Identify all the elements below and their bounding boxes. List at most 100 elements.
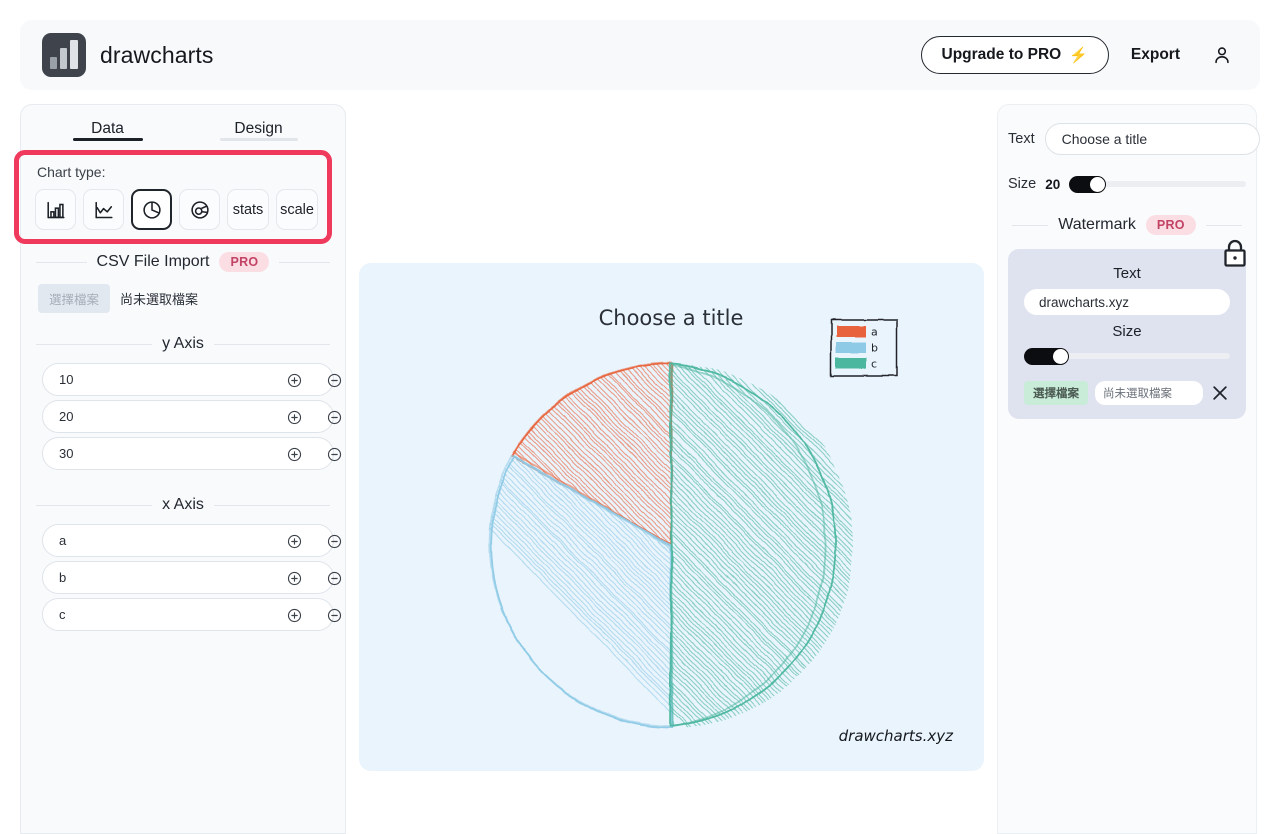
export-button[interactable]: Export [1115, 36, 1196, 74]
chart-type-scale-button[interactable]: scale [276, 189, 318, 230]
upgrade-to-pro-label: Upgrade to PRO [942, 46, 1062, 64]
y-axis-rows [32, 363, 334, 474]
close-x-icon[interactable] [1210, 383, 1230, 403]
tab-design-underline [220, 138, 298, 141]
left-panel: Data Design Chart type: stats scale CSV … [20, 104, 346, 834]
csv-import-title: CSV File Import [97, 253, 210, 271]
divider-left [36, 505, 152, 506]
watermark-panel: Text Size 選擇檔案 尚未選取檔案 [1008, 249, 1246, 419]
divider-right [1206, 225, 1242, 226]
watermark-size-label: Size [1024, 323, 1230, 340]
chart-title-row: Text [1008, 123, 1246, 155]
svg-text:b: b [871, 342, 878, 355]
csv-import-header: CSV File Import PRO [36, 252, 330, 272]
y-axis-row [32, 363, 334, 400]
minus-circle-icon [326, 607, 343, 624]
x-axis-row [32, 524, 334, 561]
user-account-icon [1211, 44, 1233, 66]
plus-circle-icon [286, 446, 303, 463]
watermark-choose-file-button[interactable]: 選擇檔案 [1024, 381, 1088, 405]
x-axis-remove-button-2[interactable] [324, 605, 344, 625]
chart-legend: abc [831, 320, 897, 376]
watermark-text-label: Text [1024, 265, 1230, 282]
brand: drawcharts [42, 33, 213, 77]
header-actions: Upgrade to PRO ⚡ Export [921, 36, 1242, 74]
chart-type-stats-button[interactable]: stats [227, 189, 269, 230]
upgrade-to-pro-button[interactable]: Upgrade to PRO ⚡ [921, 36, 1109, 74]
plus-circle-icon [286, 533, 303, 550]
title-size-slider[interactable] [1069, 175, 1246, 193]
lock-icon [1220, 237, 1250, 273]
x-axis-add-button-1[interactable] [284, 568, 304, 588]
chart-type-donut-button[interactable] [179, 189, 220, 230]
svg-text:a: a [871, 326, 878, 339]
x-axis-header: x Axis [36, 496, 330, 514]
x-axis-remove-button-1[interactable] [324, 568, 344, 588]
line-chart-icon [93, 199, 115, 221]
chart-canvas[interactable]: Choose a title abc drawcharts.xyz [359, 263, 984, 771]
y-axis-add-button-0[interactable] [284, 370, 304, 390]
tab-design-label: Design [189, 120, 328, 138]
tab-data[interactable]: Data [32, 119, 183, 150]
bar-chart-icon [45, 199, 67, 221]
minus-circle-icon [326, 570, 343, 587]
divider-left [1012, 225, 1048, 226]
panel-tabs: Data Design [32, 105, 334, 150]
y-axis-row [32, 400, 334, 437]
csv-file-input[interactable]: 選擇檔案 尚未選取檔案 [38, 284, 334, 313]
title-size-value: 20 [1045, 177, 1060, 192]
chart-type-label: Chart type: [37, 164, 334, 180]
watermark-file-row: 選擇檔案 尚未選取檔案 [1024, 381, 1230, 405]
y-axis-remove-button-1[interactable] [324, 407, 344, 427]
csv-import-pro-badge: PRO [219, 252, 269, 272]
csv-choose-file-button[interactable]: 選擇檔案 [38, 284, 110, 313]
watermark-size-slider[interactable] [1024, 347, 1230, 365]
chart-type-pie-button[interactable] [131, 189, 172, 230]
y-axis-add-button-2[interactable] [284, 444, 304, 464]
plus-circle-icon [286, 607, 303, 624]
watermark-header: Watermark PRO [1012, 215, 1242, 235]
csv-file-status: 尚未選取檔案 [120, 289, 198, 308]
svg-text:c: c [871, 358, 877, 371]
lightning-bolt-icon: ⚡ [1069, 46, 1088, 64]
chart-type-line-button[interactable] [83, 189, 124, 230]
minus-circle-icon [326, 533, 343, 550]
divider-right [279, 262, 330, 263]
x-axis-add-button-0[interactable] [284, 531, 304, 551]
chart-title: Choose a title [599, 306, 744, 330]
watermark-file-status: 尚未選取檔案 [1095, 381, 1203, 405]
right-panel: Text Size 20 Watermark PRO Text [997, 104, 1257, 834]
y-axis-add-button-1[interactable] [284, 407, 304, 427]
watermark-text-input[interactable] [1024, 289, 1230, 315]
x-axis-title: x Axis [162, 496, 204, 514]
plus-circle-icon [286, 409, 303, 426]
y-axis-remove-button-0[interactable] [324, 370, 344, 390]
y-axis-row [32, 437, 334, 474]
minus-circle-icon [326, 446, 343, 463]
divider-left [36, 344, 152, 345]
title-size-row: Size 20 [1008, 175, 1246, 193]
chart-title-input[interactable] [1045, 123, 1260, 155]
donut-chart-icon [189, 199, 211, 221]
user-account-button[interactable] [1202, 36, 1242, 74]
tab-data-underline [73, 138, 143, 141]
chart-type-bar-button[interactable] [35, 189, 76, 230]
tab-design[interactable]: Design [183, 119, 334, 150]
y-axis-header: y Axis [36, 335, 330, 353]
bar-chart-logo-icon [42, 33, 86, 77]
y-axis-title: y Axis [162, 335, 204, 353]
chart-watermark: drawcharts.xyz [839, 727, 954, 745]
plus-circle-icon [286, 570, 303, 587]
title-size-label: Size [1008, 176, 1036, 192]
divider-left [36, 262, 87, 263]
watermark-title: Watermark [1058, 216, 1136, 234]
app-header: drawcharts Upgrade to PRO ⚡ Export [20, 20, 1260, 90]
app-root: drawcharts Upgrade to PRO ⚡ Export Data [0, 0, 1280, 834]
watermark-pro-badge: PRO [1146, 215, 1196, 235]
plus-circle-icon [286, 372, 303, 389]
x-axis-add-button-2[interactable] [284, 605, 304, 625]
chart-type-options: stats scale [32, 189, 334, 230]
y-axis-remove-button-2[interactable] [324, 444, 344, 464]
x-axis-remove-button-0[interactable] [324, 531, 344, 551]
brand-name: drawcharts [100, 42, 213, 69]
